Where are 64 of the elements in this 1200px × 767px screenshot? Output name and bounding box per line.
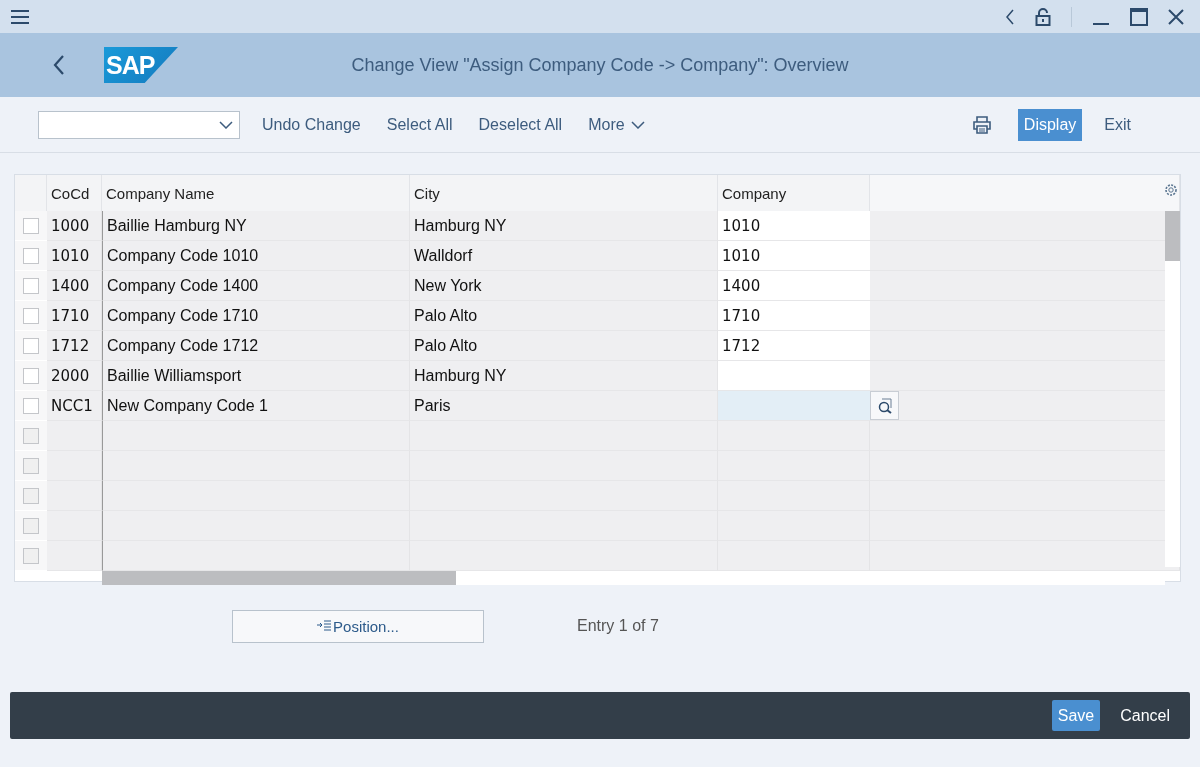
- position-button[interactable]: Position...: [232, 609, 484, 643]
- table-cell: Palo Alto: [410, 331, 718, 361]
- chevron-down-icon: [630, 120, 645, 129]
- row-checkbox[interactable]: [23, 367, 39, 384]
- table-cell: Baillie Hamburg NY: [102, 211, 410, 241]
- toolbar-button[interactable]: Deselect All: [478, 115, 563, 134]
- table-cell: Palo Alto: [410, 301, 718, 331]
- row-checkbox[interactable]: [23, 397, 39, 414]
- table-cell: 2000: [47, 361, 102, 391]
- settings-icon[interactable]: [1164, 183, 1178, 197]
- more-menu[interactable]: More: [588, 115, 645, 134]
- column-header[interactable]: Company Name: [102, 175, 410, 211]
- table-cell: New York: [410, 271, 718, 301]
- table-cell: Hamburg NY: [410, 361, 718, 391]
- unlock-icon[interactable]: [1035, 7, 1051, 26]
- column-header[interactable]: CoCd: [47, 175, 102, 211]
- table-cell: NCC1: [47, 391, 102, 421]
- column-header[interactable]: City: [410, 175, 718, 211]
- chevron-down-icon: [219, 120, 233, 129]
- table-cell: 1010: [47, 241, 102, 271]
- company-input-field[interactable]: [718, 391, 870, 421]
- menu-icon[interactable]: [10, 8, 30, 25]
- table-cell: Company Code 1400: [102, 271, 410, 301]
- toolbar-button[interactable]: Undo Change: [262, 115, 361, 134]
- table-cell: Company Code 1010: [102, 241, 410, 271]
- close-icon[interactable]: [1168, 8, 1184, 25]
- value-help-button[interactable]: [870, 391, 899, 420]
- row-checkbox[interactable]: [23, 247, 39, 264]
- position-icon: [317, 620, 332, 632]
- table-cell: 1712: [47, 331, 102, 361]
- table-cell: Walldorf: [410, 241, 718, 271]
- row-checkbox[interactable]: [23, 217, 39, 234]
- table-cell: Company Code 1710: [102, 301, 410, 331]
- table-cell: Baillie Williamsport: [102, 361, 410, 391]
- back-icon[interactable]: [1005, 8, 1015, 25]
- back-icon[interactable]: [52, 54, 66, 76]
- dropdown-field[interactable]: [38, 110, 240, 139]
- maximize-icon[interactable]: [1130, 7, 1148, 26]
- row-checkbox[interactable]: [23, 427, 39, 444]
- table-cell: 1400: [47, 271, 102, 301]
- cancel-button[interactable]: Cancel: [1114, 700, 1176, 731]
- window-title: Change View "Assign Company Code -> Company": Overview: [350, 54, 850, 76]
- toolbar-button[interactable]: Select All: [386, 115, 453, 134]
- print-icon[interactable]: [971, 114, 992, 135]
- search-icon: [876, 397, 893, 414]
- exit-button[interactable]: Exit: [1104, 115, 1131, 134]
- logo: SAP: [104, 47, 178, 83]
- scrollbar-thumb[interactable]: [102, 571, 456, 585]
- table-cell: 1710: [47, 301, 102, 331]
- row-checkbox[interactable]: [23, 337, 39, 354]
- row-checkbox[interactable]: [23, 517, 39, 534]
- row-checkbox[interactable]: [23, 487, 39, 504]
- row-checkbox[interactable]: [23, 547, 39, 564]
- row-checkbox[interactable]: [23, 307, 39, 324]
- table-cell: Hamburg NY: [410, 211, 718, 241]
- scrollbar-thumb[interactable]: [1165, 211, 1180, 261]
- entry-count: Entry 1 of 7: [577, 617, 659, 635]
- row-checkbox[interactable]: [23, 457, 39, 474]
- row-checkbox[interactable]: [23, 277, 39, 294]
- table-cell: Company Code 1712: [102, 331, 410, 361]
- column-header[interactable]: Company: [718, 175, 870, 211]
- table-cell: New Company Code 1: [102, 391, 410, 421]
- table-cell: Paris: [410, 391, 718, 421]
- table-cell: 1000: [47, 211, 102, 241]
